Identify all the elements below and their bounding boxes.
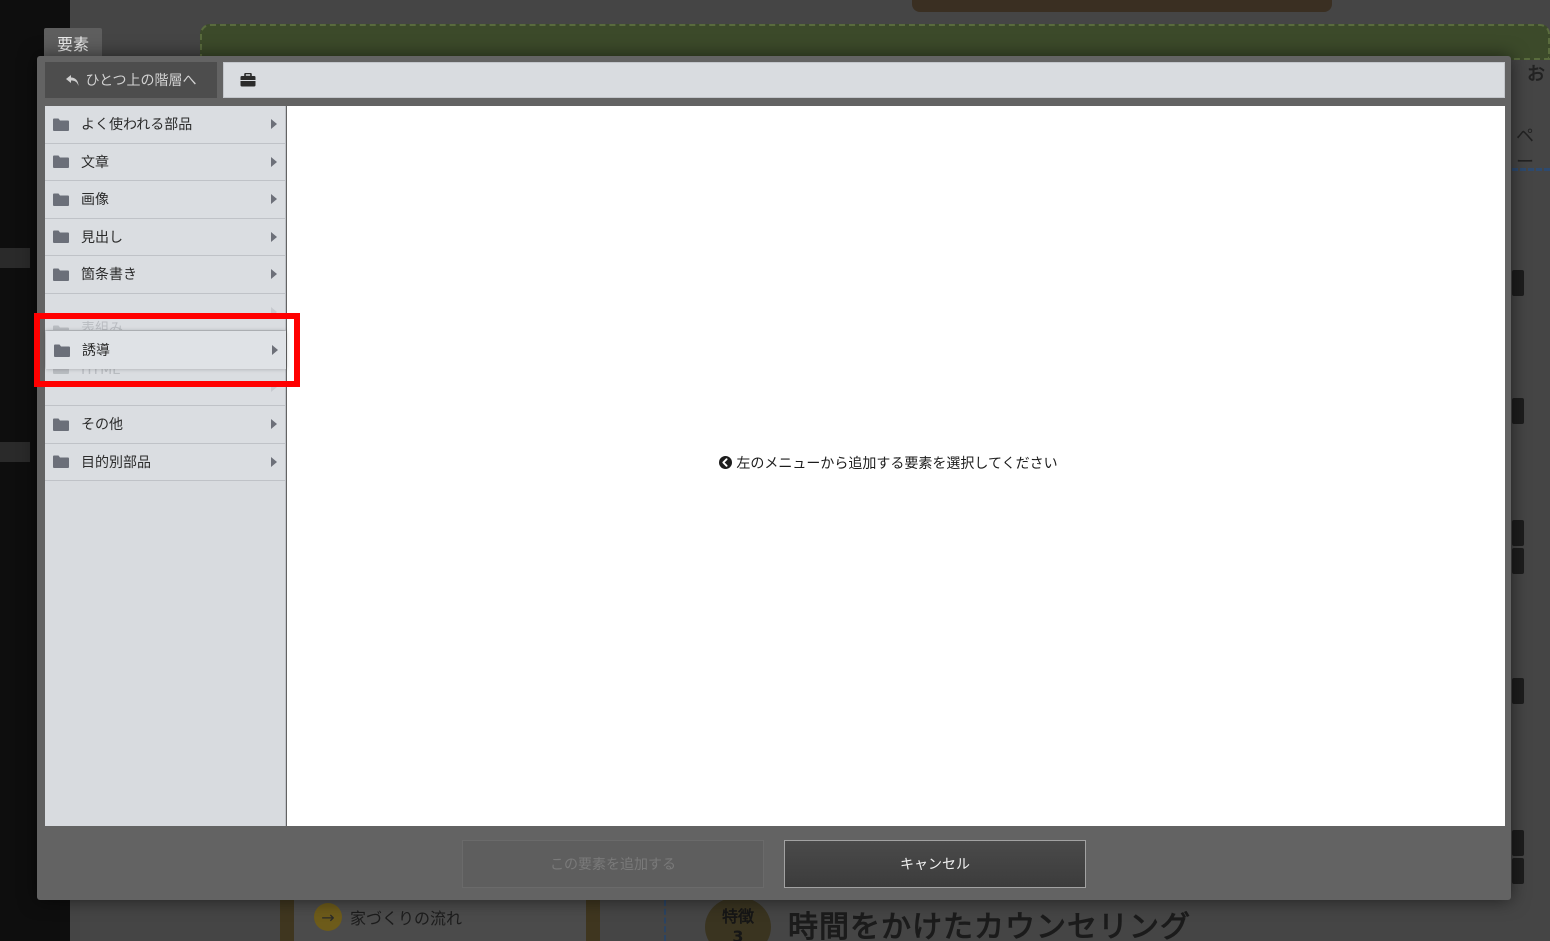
background-button — [1512, 548, 1524, 574]
background-mark — [0, 442, 30, 462]
background-button — [1512, 270, 1524, 296]
cancel-button[interactable]: キャンセル — [784, 840, 1086, 888]
dialog-footer: この要素を追加する キャンセル — [37, 826, 1511, 900]
background-divider — [1512, 168, 1550, 171]
folder-icon — [53, 193, 69, 206]
folder-icon — [53, 230, 69, 244]
background-button — [1512, 858, 1524, 884]
chevron-right-icon — [272, 345, 278, 355]
background-feature-badge: 特徴 3 — [705, 897, 771, 941]
background-mark — [0, 248, 30, 268]
background-button — [1512, 398, 1524, 424]
arrow-circle-left-icon — [719, 456, 733, 469]
background-button — [1512, 520, 1524, 546]
menu-item-image[interactable]: 画像 — [45, 181, 285, 219]
chevron-right-icon — [271, 456, 277, 467]
chevron-right-icon — [271, 269, 277, 280]
background-flow-label: 家づくりの流れ — [350, 909, 463, 928]
background-card-border — [280, 900, 294, 941]
select-hint: 左のメニューから追加する要素を選択してください — [719, 453, 1058, 473]
background-right-text: ペー — [1516, 126, 1534, 173]
menu-item-other[interactable]: その他 — [45, 406, 285, 444]
add-element-button[interactable]: この要素を追加する — [462, 840, 764, 888]
feature-badge-label: 特徴 — [721, 907, 754, 926]
menu-item-guide[interactable]: 誘導 — [46, 331, 286, 369]
breadcrumb — [223, 62, 1505, 98]
menu-item-label: よく使われる部品 — [81, 117, 193, 134]
undo-arrow-icon — [66, 74, 79, 86]
element-dialog: ひとつ上の階層へ よく使われる部品 文章 画像 見出し 箇条書き 表組み HTM… — [37, 56, 1511, 900]
folder-icon — [53, 155, 69, 169]
up-level-button[interactable]: ひとつ上の階層へ — [45, 62, 217, 98]
menu-item-heading[interactable]: 見出し — [45, 218, 285, 256]
background-top-bar — [200, 24, 1550, 60]
background-divider — [664, 900, 666, 941]
menu-item-frequent[interactable]: よく使われる部品 — [45, 106, 285, 144]
menu-item-purpose-parts[interactable]: 目的別部品 — [45, 443, 285, 481]
menu-item-label: その他 — [81, 417, 123, 434]
chevron-right-icon — [271, 419, 277, 430]
chevron-right-icon — [271, 231, 277, 242]
select-hint-text: 左のメニューから追加する要素を選択してください — [736, 455, 1058, 472]
dialog-tab: 要素 — [44, 28, 102, 58]
menu-item-label: 箇条書き — [81, 267, 137, 284]
background-card-border — [586, 900, 600, 941]
folder-icon — [53, 268, 69, 281]
background-right-text: お — [1527, 64, 1545, 85]
menu-item-bullet-list[interactable]: 箇条書き — [45, 256, 285, 294]
briefcase-icon[interactable] — [240, 73, 256, 87]
up-level-button-label: ひとつ上の階層へ — [85, 73, 197, 89]
menu-item-label: 目的別部品 — [81, 454, 151, 471]
menu-item-label: 文章 — [81, 154, 109, 171]
folder-icon — [53, 118, 69, 131]
chevron-right-icon — [271, 119, 277, 130]
menu-item-text[interactable]: 文章 — [45, 143, 285, 181]
background-button — [1512, 678, 1524, 704]
chevron-right-icon — [271, 194, 277, 205]
background-flow-link: → 家づくりの流れ — [314, 903, 462, 931]
folder-icon — [53, 455, 69, 469]
menu-item-label: 画像 — [81, 192, 109, 209]
background-button — [1512, 830, 1524, 856]
arrow-right-icon: → — [314, 903, 342, 931]
chevron-right-icon — [271, 156, 277, 167]
dialog-toolbar: ひとつ上の階層へ — [45, 62, 1505, 98]
element-category-menu: よく使われる部品 文章 画像 見出し 箇条書き 表組み HTML その他 目的別… — [45, 106, 286, 826]
element-preview-panel: 左のメニューから追加する要素を選択してください — [287, 106, 1505, 826]
menu-item-label: 見出し — [81, 229, 123, 246]
menu-item-label: 誘導 — [82, 343, 110, 359]
folder-icon — [54, 344, 70, 357]
feature-badge-number: 3 — [732, 927, 744, 941]
background-header-decoration — [912, 0, 1332, 12]
background-heading: 時間をかけたカウンセリング — [788, 910, 1191, 941]
folder-icon — [53, 418, 69, 431]
